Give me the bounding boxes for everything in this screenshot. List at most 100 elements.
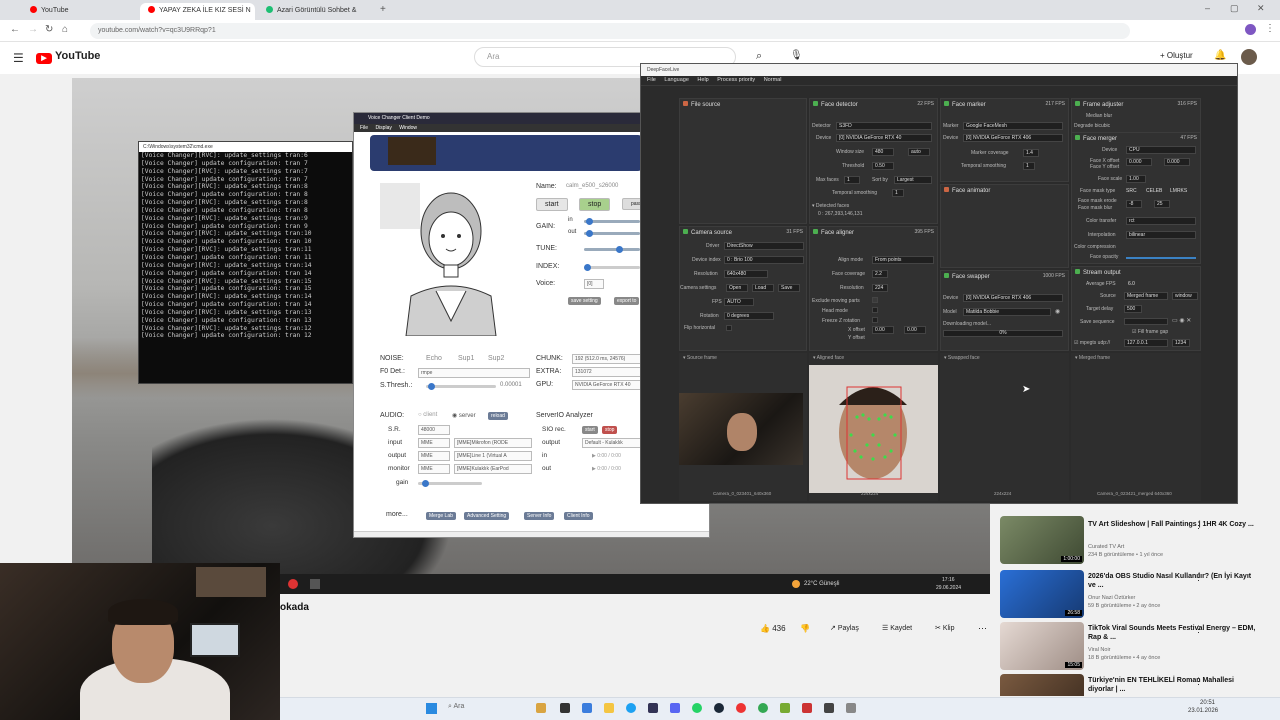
microphone-icon[interactable]: 🎙: [790, 50, 803, 61]
monitor-gain-slider[interactable]: [418, 480, 482, 487]
fm-device-select[interactable]: [0] NVIDIA GeForce RTX 406: [963, 134, 1063, 142]
home-icon[interactable]: ⌂: [62, 24, 68, 35]
recommendation-title[interactable]: TV Art Slideshow | Fall Paintings | 1HR …: [1088, 520, 1258, 529]
vc-menu-window[interactable]: Window: [399, 125, 417, 131]
power-off-icon[interactable]: [944, 187, 949, 192]
folder-icon[interactable]: ▭ ◉ ✕: [1172, 317, 1191, 324]
new-tab-icon[interactable]: +: [380, 4, 386, 15]
maximize-icon[interactable]: ▢: [1230, 3, 1239, 14]
power-on-icon[interactable]: [1075, 101, 1080, 106]
video-thumbnail[interactable]: 15:05: [1000, 622, 1084, 670]
camera-save-button[interactable]: Save: [778, 284, 800, 292]
sio-stop-button[interactable]: stop: [602, 426, 618, 434]
f0-select[interactable]: rmpe: [418, 368, 530, 378]
mask-erode-input[interactable]: -8: [1126, 200, 1142, 208]
taskbar-search[interactable]: ⌕ Ara: [448, 703, 464, 711]
input-api-select[interactable]: MME: [418, 438, 450, 448]
recommendation-item[interactable]: 26:58 2026'da OBS Studio Nasıl Kullanılı…: [1000, 570, 1270, 620]
head-mode-checkbox[interactable]: [872, 307, 878, 313]
save-setting-button[interactable]: save setting: [568, 297, 601, 305]
kebab-menu-icon[interactable]: ⋮: [1194, 520, 1203, 531]
sio-output-select[interactable]: Default - Kulaklık: [582, 438, 644, 448]
detector-select[interactable]: S3FD: [836, 122, 932, 130]
sio-start-button[interactable]: start: [582, 426, 598, 434]
search-icon[interactable]: ⌕: [756, 50, 762, 63]
sort-by-select[interactable]: Largest: [894, 176, 932, 184]
output-api-select[interactable]: MME: [418, 451, 450, 461]
recommendation-title[interactable]: Türkiye'nin EN TEHLİKELİ Roman Mahallesi…: [1088, 676, 1258, 694]
sthresh-slider[interactable]: [426, 383, 496, 390]
aligner-resolution-input[interactable]: 224: [872, 284, 888, 292]
create-button[interactable]: + Oluştur: [1160, 51, 1193, 60]
flip-checkbox[interactable]: [726, 325, 732, 331]
profile-avatar[interactable]: [1245, 24, 1256, 35]
dfl-menu-priority[interactable]: Process priority: [717, 77, 755, 83]
temporal-smoothing-input[interactable]: 1: [892, 189, 904, 197]
slider-knob[interactable]: [422, 480, 429, 487]
more-label[interactable]: more...: [386, 511, 408, 518]
video-thumbnail[interactable]: 26:58: [1000, 570, 1084, 618]
slider-knob[interactable]: [428, 383, 435, 390]
vc-menu-file[interactable]: File: [360, 125, 368, 131]
recommendation-title[interactable]: TikTok Viral Sounds Meets Festival Energ…: [1088, 624, 1258, 642]
taskbar-app-icon[interactable]: [802, 703, 812, 713]
kebab-menu-icon[interactable]: ⋮: [1194, 624, 1203, 635]
face-opacity-slider[interactable]: [1126, 257, 1196, 259]
reload-button[interactable]: reload: [488, 412, 508, 420]
window-size-input[interactable]: 480: [872, 148, 894, 156]
color-transfer-select[interactable]: rct: [1126, 217, 1196, 225]
index-slider[interactable]: [584, 264, 640, 271]
extra-select[interactable]: 131072: [572, 367, 644, 377]
align-mode-select[interactable]: From points: [872, 256, 934, 264]
url-field[interactable]: youtube.com/watch?v=qc3U9RRqp?1: [90, 23, 1130, 39]
power-on-icon[interactable]: [944, 101, 949, 106]
windows-start-icon[interactable]: [426, 703, 437, 714]
discord-icon[interactable]: [670, 703, 680, 713]
kebab-menu-icon[interactable]: ⋮: [1194, 572, 1203, 583]
close-window-icon[interactable]: ✕: [1257, 3, 1265, 14]
output-device-select[interactable]: [MME]Line 1 (Virtual A: [454, 451, 532, 461]
back-icon[interactable]: ←: [10, 24, 20, 35]
noise-echo[interactable]: Echo: [426, 355, 442, 362]
power-on-icon[interactable]: [1075, 135, 1080, 140]
y-offset-input[interactable]: 0.00: [904, 326, 926, 334]
dfl-menu-help[interactable]: Help: [697, 77, 708, 83]
power-on-icon[interactable]: [944, 273, 949, 278]
export-button[interactable]: export to: [614, 297, 640, 305]
slider-knob[interactable]: [586, 218, 593, 225]
noise-sup1[interactable]: Sup1: [458, 355, 474, 362]
video-thumbnail[interactable]: [1000, 674, 1084, 696]
merge-lab-button[interactable]: Merge Lab: [426, 512, 456, 520]
taskbar-app-icon[interactable]: [560, 703, 570, 713]
resolution-select[interactable]: 640x480: [724, 270, 768, 278]
recommendation-channel[interactable]: Curated TV Art: [1088, 543, 1124, 551]
power-off-icon[interactable]: [683, 101, 688, 106]
gpu-select[interactable]: NVIDIA GeForce RTX 40: [572, 380, 644, 390]
stop-button[interactable]: stop: [579, 198, 611, 211]
power-on-icon[interactable]: [1075, 269, 1080, 274]
share-button[interactable]: ↗ Paylaş: [830, 624, 859, 632]
taskbar-app-icon[interactable]: [648, 703, 658, 713]
dislike-button[interactable]: 👎: [800, 624, 810, 633]
face-scale-input[interactable]: 1.00: [1126, 175, 1146, 183]
fps-input[interactable]: AUTO: [724, 298, 754, 306]
notifications-bell-icon[interactable]: 🔔: [1214, 50, 1226, 61]
window-button[interactable]: window: [1172, 292, 1198, 300]
tab-youtube[interactable]: YouTube: [22, 3, 137, 20]
mask-lmrks-option[interactable]: LMRKS: [1170, 188, 1187, 194]
fmg-device-select[interactable]: CPU: [1126, 146, 1196, 154]
threshold-input[interactable]: 0.50: [872, 162, 894, 170]
camera-load-button[interactable]: Load: [752, 284, 774, 292]
file-explorer-icon[interactable]: [604, 703, 614, 713]
save-button[interactable]: ☰ Kaydet: [882, 624, 912, 632]
user-avatar[interactable]: [1241, 49, 1257, 65]
mask-celeb-option[interactable]: CELEB: [1146, 188, 1162, 194]
video-thumbnail[interactable]: 1:00:00: [1000, 516, 1084, 564]
reload-icon[interactable]: ↻: [45, 24, 53, 35]
recommendation-title[interactable]: 2026'da OBS Studio Nasıl Kullanılır? (En…: [1088, 572, 1258, 590]
fs-device-select[interactable]: [0] NVIDIA GeForce RTX 406: [963, 294, 1063, 302]
target-delay-input[interactable]: 500: [1124, 305, 1142, 313]
vc-menu-display[interactable]: Display: [375, 125, 391, 131]
fd-device-select[interactable]: [0] NVIDIA GeForce RTX 40: [836, 134, 932, 142]
monitor-device-select[interactable]: [MME]Kulaklık (EarPod: [454, 464, 532, 474]
